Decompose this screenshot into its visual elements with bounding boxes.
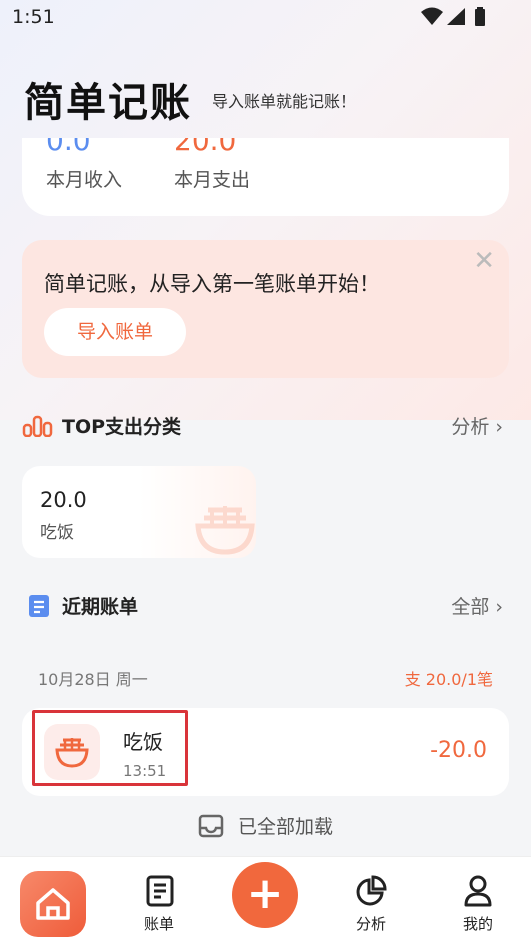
battery-icon <box>475 9 485 26</box>
status-bar: 1:51 <box>0 0 531 36</box>
day-summary-value: 20.0/1笔 <box>425 670 493 689</box>
user-icon <box>464 875 492 907</box>
loaded-all-text: 已全部加载 <box>237 816 333 838</box>
chevron-right-icon: › <box>495 596 503 618</box>
tab-bills-label: 账单 <box>143 915 174 933</box>
day-summary: 支 20.0/1笔 <box>405 666 493 690</box>
import-bill-button[interactable]: 导入账单 <box>44 308 186 356</box>
selection-highlight-box <box>32 710 188 786</box>
status-time: 1:51 <box>12 6 55 28</box>
analysis-link[interactable]: 分析 › <box>451 412 503 439</box>
top-expense-title: TOP支出分类 <box>62 416 182 438</box>
bill-amount: -20.0 <box>430 738 487 763</box>
import-prompt-text: 简单记账，从导入第一笔账单开始！ <box>44 272 380 296</box>
wifi-icon <box>421 7 443 25</box>
home-icon <box>36 888 70 920</box>
tab-home[interactable] <box>20 871 86 937</box>
chevron-right-icon: › <box>495 416 503 438</box>
recent-bills-title: 近期账单 <box>62 596 139 618</box>
expense-value: 20.0 <box>174 138 237 157</box>
day-summary-prefix: 支 <box>404 670 421 689</box>
top-expense-header: TOP支出分类 分析 › <box>22 412 509 442</box>
income-summary: 0.0 本月收入 <box>46 138 122 192</box>
app-subtitle: 导入账单就能记账！ <box>212 92 357 111</box>
top-category-card[interactable]: 20.0 吃饭 <box>22 466 256 558</box>
import-prompt-card: 简单记账，从导入第一笔账单开始！ 导入账单 ✕ <box>22 240 509 378</box>
inbox-icon <box>198 814 224 838</box>
signal-icon <box>447 8 465 25</box>
expense-label: 本月支出 <box>174 169 251 191</box>
close-icon[interactable]: ✕ <box>473 246 495 276</box>
status-icons <box>419 6 489 32</box>
income-value: 0.0 <box>46 138 91 157</box>
income-label: 本月收入 <box>46 169 123 191</box>
expense-summary: 20.0 本月支出 <box>174 138 250 192</box>
monthly-summary-card: 0.0 本月收入 20.0 本月支出 <box>22 138 509 216</box>
all-bills-link-label: 全部 <box>451 596 490 618</box>
tab-mine-label: 我的 <box>462 915 493 933</box>
add-bill-button[interactable]: + <box>232 862 298 928</box>
app-title: 简单记账 <box>24 80 192 126</box>
tab-analysis-label: 分析 <box>355 915 386 933</box>
bill-list-icon <box>146 875 174 907</box>
bill-date: 10月28日 周一 <box>38 670 148 689</box>
page-header: 简单记账 <box>24 70 192 128</box>
bar-chart-icon <box>22 415 53 437</box>
analysis-link-label: 分析 <box>451 416 490 438</box>
category-name: 吃饭 <box>40 523 74 543</box>
category-amount: 20.0 <box>40 488 87 512</box>
loaded-all-indicator: 已全部加载 <box>0 812 531 839</box>
bill-date-row: 10月28日 周一 支 20.0/1笔 <box>38 666 493 690</box>
pie-chart-icon <box>356 875 387 906</box>
noodle-bowl-icon <box>195 506 255 555</box>
all-bills-link[interactable]: 全部 › <box>451 592 503 619</box>
recent-bills-header: 近期账单 全部 › <box>22 592 509 622</box>
bottom-tab-bar: 账单 + 分析 我的 <box>0 856 531 945</box>
receipt-icon <box>29 595 49 617</box>
